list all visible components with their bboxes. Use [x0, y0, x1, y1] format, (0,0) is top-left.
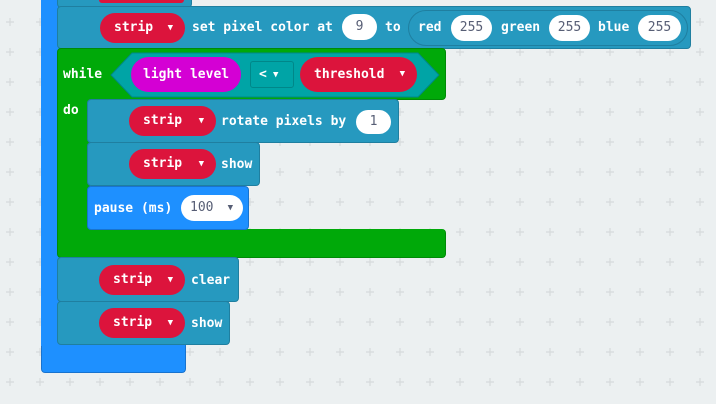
pause-duration-value: 100	[190, 200, 214, 215]
chevron-down-icon: ▼	[167, 23, 173, 33]
show-label: show	[221, 157, 253, 172]
strip-show-block[interactable]: strip ▼ show	[87, 142, 260, 186]
while-loop-bottom-arm	[57, 229, 446, 258]
threshold-variable-dropdown[interactable]: threshold ▼	[300, 57, 417, 92]
to-label: to	[385, 20, 401, 35]
while-label: while	[63, 67, 103, 82]
set-pixel-label: set pixel color at	[192, 20, 333, 35]
pause-duration-dropdown[interactable]: 100 ▼	[181, 195, 243, 221]
strip-dropdown[interactable]: strip ▼	[129, 149, 216, 179]
red-label: red	[418, 20, 442, 35]
strip-clear-block[interactable]: strip ▼ clear	[57, 257, 239, 302]
strip-dropdown[interactable]: strip ▼	[99, 265, 185, 295]
strip-dropdown[interactable]: strip ▼	[100, 13, 185, 43]
light-level-label: light level	[143, 67, 230, 82]
chevron-down-icon: ▼	[399, 69, 405, 79]
strip-dropdown-stub	[99, 0, 184, 3]
strip-label: strip	[143, 113, 183, 128]
pause-label: pause (ms)	[94, 201, 173, 216]
chevron-down-icon: ▼	[167, 318, 173, 328]
operator-label: <	[259, 67, 267, 82]
green-value-input[interactable]: 255	[549, 15, 590, 41]
green-label: green	[501, 20, 541, 35]
strip-label: strip	[114, 20, 154, 35]
blue-value-input[interactable]: 255	[638, 15, 681, 41]
strip-dropdown[interactable]: strip ▼	[129, 106, 216, 136]
strip-label: strip	[113, 315, 153, 330]
chevron-down-icon: ▼	[198, 116, 204, 126]
show-label: show	[191, 316, 223, 331]
do-label: do	[63, 103, 79, 118]
chevron-down-icon: ▼	[198, 159, 204, 169]
strip-label: strip	[113, 272, 153, 287]
light-level-reporter[interactable]: light level	[131, 57, 241, 92]
strip-show-block[interactable]: strip ▼ show	[57, 301, 230, 345]
red-value-input[interactable]: 255	[451, 15, 492, 41]
chevron-down-icon: ▼	[167, 275, 173, 285]
rotate-amount-input[interactable]: 1	[356, 110, 391, 134]
chevron-down-icon: ▼	[273, 70, 279, 80]
set-pixel-color-block[interactable]: strip ▼ set pixel color at 9 to red 255 …	[57, 6, 691, 49]
strip-label: strip	[143, 156, 183, 171]
outer-block-left-arm	[41, 0, 57, 346]
threshold-label: threshold	[314, 67, 385, 82]
chevron-down-icon: ▼	[227, 203, 233, 213]
clear-label: clear	[191, 273, 231, 288]
pixel-index-input[interactable]: 9	[342, 14, 377, 40]
operator-dropdown[interactable]: < ▼	[250, 61, 294, 88]
blue-label: blue	[598, 20, 630, 35]
rotate-pixels-block[interactable]: strip ▼ rotate pixels by 1	[87, 99, 399, 143]
pause-block[interactable]: pause (ms) 100 ▼	[87, 186, 249, 230]
rgb-reporter[interactable]: red 255 green 255 blue 255	[408, 10, 688, 46]
rotate-pixels-label: rotate pixels by	[221, 114, 347, 129]
strip-dropdown[interactable]: strip ▼	[99, 308, 185, 338]
